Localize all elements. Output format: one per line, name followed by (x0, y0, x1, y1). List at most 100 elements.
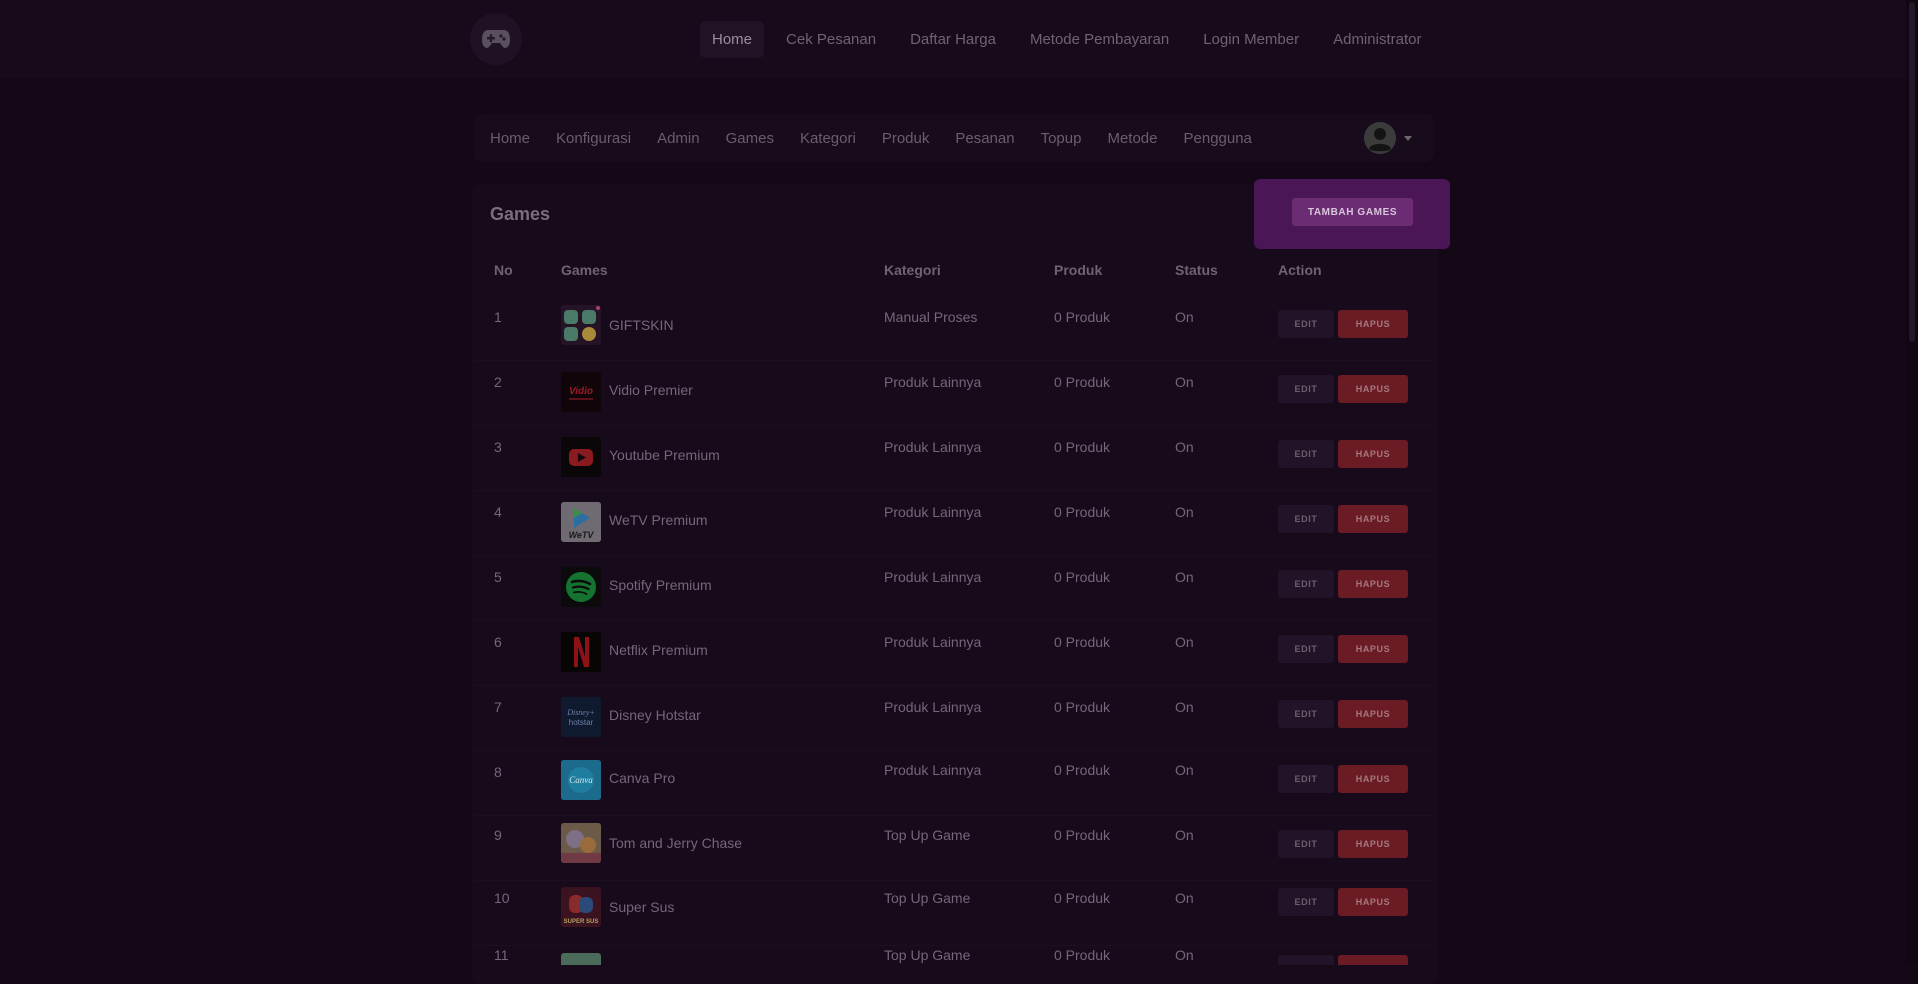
edit-button[interactable]: EDIT (1278, 888, 1334, 916)
edit-button[interactable]: EDIT (1278, 440, 1334, 468)
edit-button[interactable]: EDIT (1278, 955, 1334, 965)
super-sus-icon: SUPER SUS (561, 887, 601, 927)
game-produk: 0 Produk (1054, 439, 1111, 455)
topnav-home[interactable]: Home (700, 20, 765, 58)
chevron-down-icon[interactable] (1404, 135, 1412, 141)
tom-jerry-icon (561, 823, 601, 863)
game-kategori: Top Up Game (884, 827, 971, 843)
hapus-button[interactable]: HAPUS (1338, 888, 1408, 916)
game-name: Disney Hotstar (609, 707, 701, 723)
status-badge: On (1175, 762, 1194, 778)
topnav-administrator[interactable]: Administrator (1321, 21, 1433, 58)
youtube-icon (561, 437, 601, 477)
vidio-icon: Vidio (561, 372, 601, 412)
table-row: 11 Top Up Game 0 Produk On EDIT HAPUS (474, 945, 1434, 965)
row-number: 10 (494, 890, 510, 906)
subnav-pesanan[interactable]: Pesanan (955, 130, 1014, 147)
game-name: Canva Pro (609, 770, 676, 786)
subnav-konfigurasi[interactable]: Konfigurasi (556, 130, 631, 147)
header-produk: Produk (1054, 262, 1103, 278)
table-row: 2 Vidio Vidio Premier Produk Lainnya 0 P… (474, 360, 1434, 426)
hapus-button[interactable]: HAPUS (1338, 440, 1408, 468)
status-badge: On (1175, 569, 1194, 585)
scrollbar[interactable] (1906, 0, 1918, 965)
hapus-button[interactable]: HAPUS (1338, 830, 1408, 858)
status-badge: On (1175, 890, 1194, 906)
table-row: 9 Tom and Jerry Chase Top Up Game 0 Prod… (474, 815, 1434, 881)
gamepad-logo-icon[interactable] (470, 13, 522, 65)
edit-button[interactable]: EDIT (1278, 765, 1334, 793)
hapus-button[interactable]: HAPUS (1338, 570, 1408, 598)
netflix-icon (561, 632, 601, 672)
subnav-pengguna[interactable]: Pengguna (1184, 130, 1252, 147)
user-avatar-icon (1364, 122, 1396, 154)
edit-button[interactable]: EDIT (1278, 700, 1334, 728)
header-no: No (494, 262, 513, 278)
status-badge: On (1175, 439, 1194, 455)
status-badge: On (1175, 947, 1194, 963)
edit-button[interactable]: EDIT (1278, 505, 1334, 533)
svg-text:Vidio: Vidio (569, 386, 593, 397)
row-number: 4 (494, 504, 502, 520)
game-name: Super Sus (609, 899, 675, 915)
subnav-topup[interactable]: Topup (1041, 130, 1082, 147)
svg-text:Disney+: Disney+ (566, 708, 595, 717)
hapus-button[interactable]: HAPUS (1338, 700, 1408, 728)
svg-text:WeTV: WeTV (569, 530, 595, 540)
top-navbar: Home Cek Pesanan Daftar Harga Metode Pem… (0, 0, 1918, 78)
edit-button[interactable]: EDIT (1278, 375, 1334, 403)
main-navigation: Home Cek Pesanan Daftar Harga Metode Pem… (700, 20, 1443, 58)
subnav-home[interactable]: Home (490, 130, 530, 147)
topnav-login-member[interactable]: Login Member (1191, 21, 1311, 58)
topnav-metode-pembayaran[interactable]: Metode Pembayaran (1018, 21, 1181, 58)
hapus-button[interactable]: HAPUS (1338, 505, 1408, 533)
hapus-button[interactable]: HAPUS (1338, 955, 1408, 965)
edit-button[interactable]: EDIT (1278, 570, 1334, 598)
subnav-admin[interactable]: Admin (657, 130, 700, 147)
game-name: Spotify Premium (609, 577, 712, 593)
game-produk: 0 Produk (1054, 699, 1111, 715)
game-produk: 0 Produk (1054, 569, 1111, 585)
header-action: Action (1278, 262, 1322, 278)
table-row: 1 GIFTSKIN Manual Proses 0 Produk On EDI… (474, 295, 1434, 361)
row-number: 6 (494, 634, 502, 650)
game-kategori: Top Up Game (884, 947, 971, 963)
subnav-kategori[interactable]: Kategori (800, 130, 856, 147)
status-badge: On (1175, 309, 1194, 325)
game-produk: 0 Produk (1054, 374, 1111, 390)
table-row: 8 Canva Canva Pro Produk Lainnya 0 Produ… (474, 750, 1434, 816)
game-produk: 0 Produk (1054, 947, 1111, 963)
game-produk: 0 Produk (1054, 890, 1111, 906)
game-kategori: Produk Lainnya (884, 439, 982, 455)
hapus-button[interactable]: HAPUS (1338, 310, 1408, 338)
edit-button[interactable]: EDIT (1278, 635, 1334, 663)
hapus-button[interactable]: HAPUS (1338, 635, 1408, 663)
admin-subnav-links: Home Konfigurasi Admin Games Kategori Pr… (490, 114, 1278, 162)
game-produk: 0 Produk (1054, 634, 1111, 650)
subnav-metode[interactable]: Metode (1107, 130, 1157, 147)
subnav-games[interactable]: Games (726, 130, 774, 147)
topnav-daftar-harga[interactable]: Daftar Harga (898, 21, 1008, 58)
giftskin-icon (561, 305, 601, 345)
edit-button[interactable]: EDIT (1278, 310, 1334, 338)
scrollbar-thumb[interactable] (1909, 2, 1915, 342)
wetv-icon: WeTV (561, 502, 601, 542)
edit-button[interactable]: EDIT (1278, 830, 1334, 858)
game-kategori: Produk Lainnya (884, 504, 982, 520)
game-name: Youtube Premium (609, 447, 720, 463)
topnav-cek-pesanan[interactable]: Cek Pesanan (774, 21, 888, 58)
status-badge: On (1175, 374, 1194, 390)
game-kategori: Produk Lainnya (884, 699, 982, 715)
subnav-produk[interactable]: Produk (882, 130, 930, 147)
disney-hotstar-icon: Disney+ hotstar (561, 697, 601, 737)
status-badge: On (1175, 504, 1194, 520)
game-icon (561, 953, 601, 965)
avatar[interactable] (1364, 122, 1396, 154)
table-row: 5 Spotify Premium Produk Lainnya 0 Produ… (474, 555, 1434, 621)
game-name: GIFTSKIN (609, 317, 674, 333)
hapus-button[interactable]: HAPUS (1338, 375, 1408, 403)
user-menu[interactable] (1364, 122, 1412, 154)
svg-text:SUPER SUS: SUPER SUS (564, 919, 599, 925)
tambah-games-button[interactable]: TAMBAH GAMES (1292, 198, 1413, 226)
hapus-button[interactable]: HAPUS (1338, 765, 1408, 793)
